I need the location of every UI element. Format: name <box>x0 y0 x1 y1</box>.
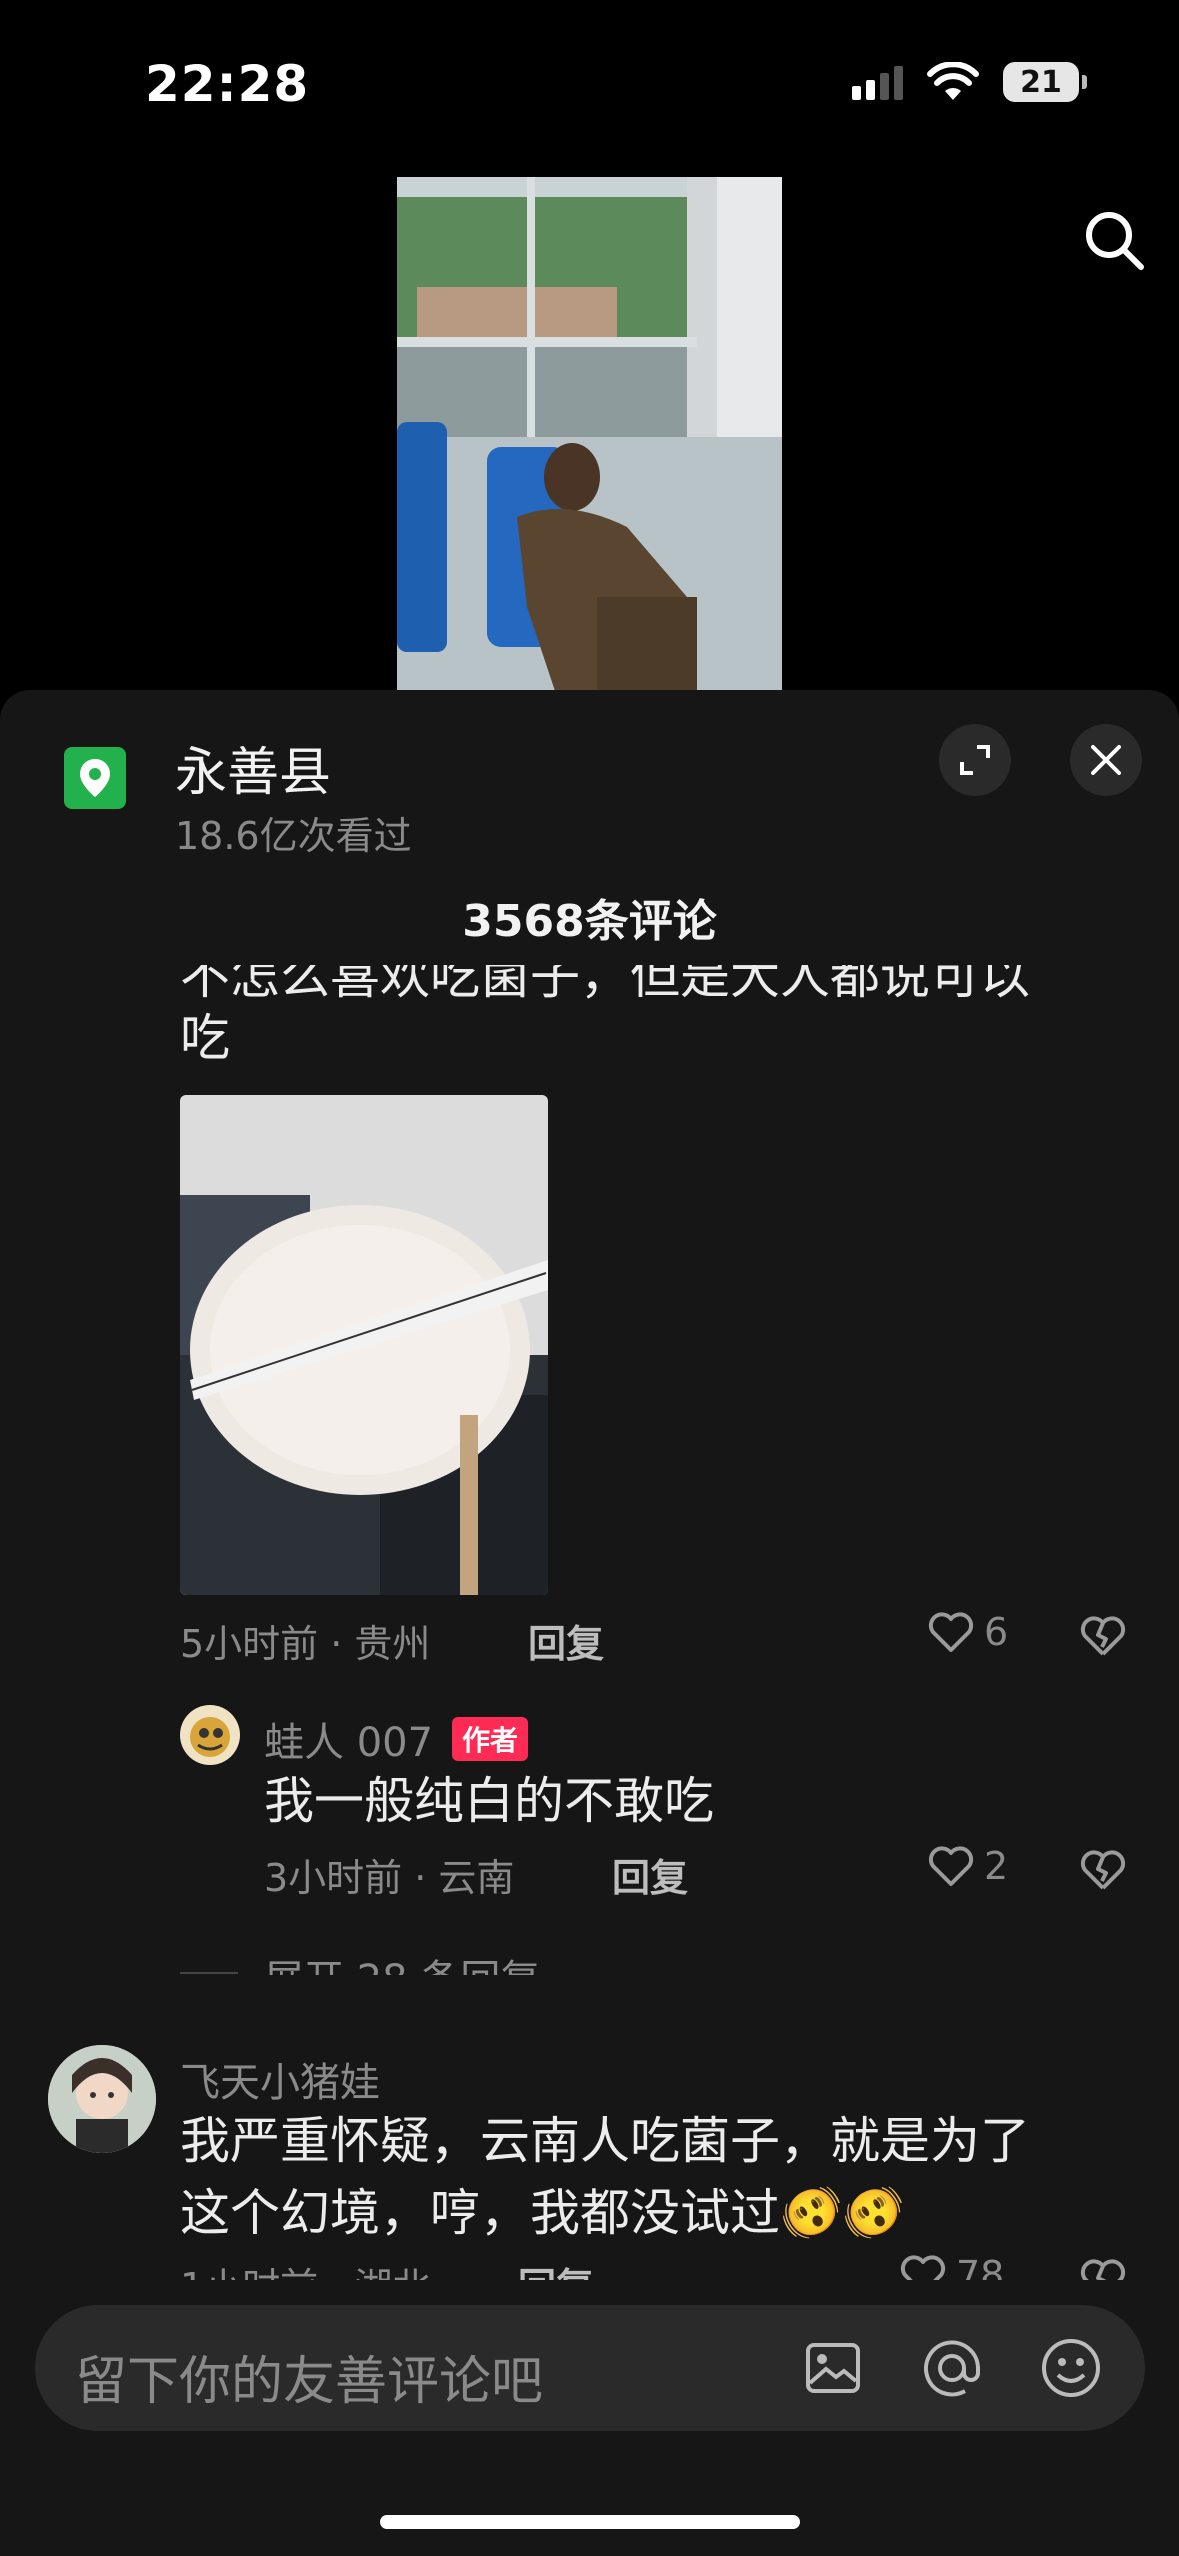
author-badge: 作者 <box>452 1717 529 1761</box>
comment-sheet: 永善县 18.6亿次看过 3568条评论 不怎么喜欢吃菌子，但是大人都说可以 吃 <box>0 690 1179 2556</box>
avatar[interactable] <box>48 2045 156 2153</box>
comment-image[interactable] <box>180 1095 548 1595</box>
comment-author-name[interactable]: 飞天小猪娃 <box>180 2050 380 2108</box>
location-pin-icon[interactable] <box>64 747 126 809</box>
at-icon[interactable] <box>919 2335 985 2401</box>
divider <box>180 1972 238 1974</box>
location-views: 18.6亿次看过 <box>175 814 412 858</box>
broken-heart-icon[interactable] <box>1080 1847 1126 1893</box>
video-player[interactable] <box>397 177 782 697</box>
cellular-signal-icon <box>852 64 903 100</box>
close-button[interactable] <box>1070 724 1142 796</box>
reply-button[interactable]: 回复 <box>612 1847 688 1902</box>
comment-text: 我严重怀疑，云南人吃菌子，就是为了 <box>180 2112 1030 2170</box>
status-icons: 21 <box>852 62 1087 102</box>
reply-text: 我一般纯白的不敢吃 <box>264 1772 714 1830</box>
comment-input[interactable]: 留下你的友善评论吧 <box>35 2305 1145 2431</box>
comment-text: 不怎么喜欢吃菌子，但是大人都说可以 <box>180 965 1030 1005</box>
home-indicator[interactable] <box>380 2515 800 2529</box>
expand-replies-button[interactable]: 展开 28 条回复 <box>264 1947 583 1975</box>
video-frame <box>397 177 782 697</box>
like-count: 2 <box>984 1844 1009 1888</box>
reply-author-name[interactable]: 蛙人 007 <box>264 1710 433 1768</box>
heart-icon <box>928 1612 974 1652</box>
comment-text: 吃 <box>180 1009 230 1067</box>
like-button[interactable]: 6 <box>928 1610 1008 1654</box>
search-icon[interactable] <box>1079 205 1149 275</box>
location-title[interactable]: 永善县 <box>175 730 331 805</box>
expand-replies-label: 展开 28 条回复 <box>264 1957 540 1975</box>
close-icon <box>1091 745 1121 775</box>
avatar[interactable] <box>180 1705 240 1765</box>
comment-list[interactable]: 不怎么喜欢吃菌子，但是大人都说可以 吃 5小时前 · 贵州 回复 6 蛙人 00… <box>0 965 1179 1975</box>
like-button[interactable]: 2 <box>928 1844 1008 1888</box>
comment-text: 这个幻境，哼，我都没试过🫨🫨 <box>180 2184 905 2242</box>
comment-meta: 5小时前 · 贵州 <box>180 1622 431 1666</box>
heart-icon <box>928 1846 974 1886</box>
reply-button[interactable]: 回复 <box>528 1613 604 1668</box>
like-count: 6 <box>984 1610 1009 1654</box>
comment-input-placeholder: 留下你的友善评论吧 <box>75 2352 544 2412</box>
image-icon[interactable] <box>800 2335 866 2401</box>
comment-count: 3568条评论 <box>462 896 717 947</box>
expand-icon <box>960 745 990 775</box>
wifi-icon <box>927 62 979 100</box>
emoji-icon[interactable] <box>1038 2335 1104 2401</box>
chevron-down-icon <box>553 1973 583 1975</box>
status-time: 22:28 <box>145 55 310 113</box>
battery-icon: 21 <box>1003 62 1087 102</box>
reply-meta: 3小时前 · 云南 <box>264 1856 515 1900</box>
broken-heart-icon[interactable] <box>1080 1613 1126 1659</box>
expand-button[interactable] <box>939 724 1011 796</box>
